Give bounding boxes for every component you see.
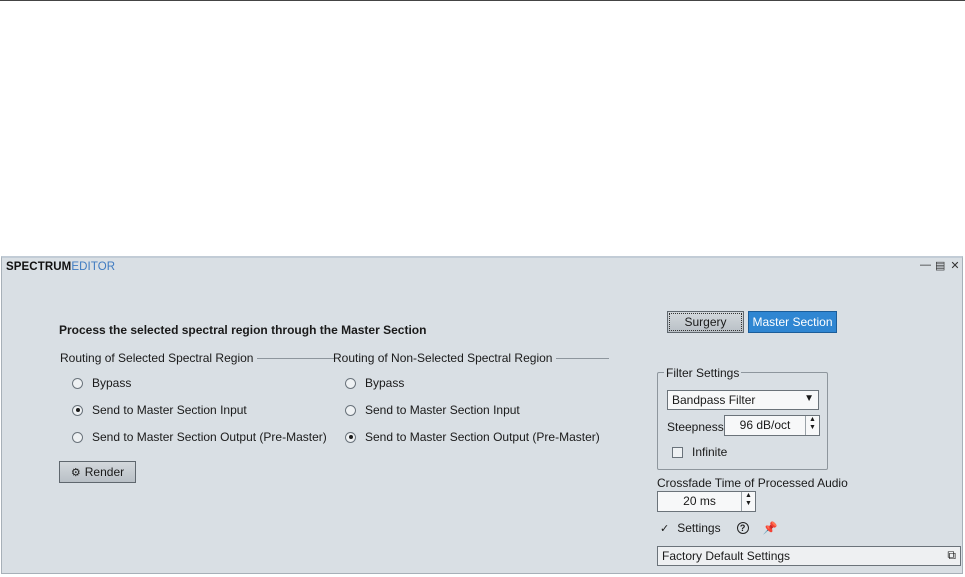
radio-label: Send to Master Section Output (Pre-Maste…: [92, 430, 327, 444]
preset-value: Factory Default Settings: [662, 549, 791, 563]
render-button[interactable]: ⚙ Render: [59, 461, 136, 483]
panel-title: SPECTRUMEDITOR: [6, 261, 115, 273]
selected-region-label: Routing of Selected Spectral Region: [60, 351, 254, 365]
nonselected-region-label: Routing of Non-Selected Spectral Region: [333, 351, 553, 365]
settings-row: ✓ Settings ? 📌: [660, 521, 778, 535]
radio-label: Send to Master Section Output (Pre-Maste…: [365, 430, 600, 444]
title-light: EDITOR: [71, 261, 116, 273]
nonselected-bypass-radio[interactable]: Bypass: [345, 376, 404, 390]
gears-icon: ⚙: [70, 466, 81, 479]
radio-label: Send to Master Section Input: [92, 403, 247, 417]
spectrum-editor-panel: SPECTRUMEDITOR — ▤ ✕ Process the selecte…: [1, 256, 963, 574]
render-label: Render: [84, 465, 125, 479]
settings-menu-icon[interactable]: ✓: [660, 522, 669, 535]
nonselected-master-input-radio[interactable]: Send to Master Section Input: [345, 403, 520, 417]
top-divider: [0, 0, 965, 1]
title-bold: SPECTRUM: [6, 261, 72, 273]
tab-master-section[interactable]: Master Section: [748, 311, 837, 333]
selected-master-output-radio[interactable]: Send to Master Section Output (Pre-Maste…: [72, 430, 327, 444]
nonselected-region-group-title: Routing of Non-Selected Spectral Region: [333, 351, 610, 365]
crossfade-label: Crossfade Time of Processed Audio: [657, 476, 848, 490]
crossfade-stepper[interactable]: 20 ms ▲ ▼: [657, 491, 756, 512]
radio-circle[interactable]: [345, 404, 356, 416]
preset-menu-icon[interactable]: ⧉: [947, 548, 956, 563]
dropdown-arrow-icon[interactable]: ▼: [804, 393, 814, 404]
radio-label: Send to Master Section Input: [365, 403, 520, 417]
menu-icon[interactable]: ▤: [935, 259, 945, 272]
group-divider: [257, 357, 336, 359]
filter-type-select[interactable]: Bandpass Filter ▼: [667, 390, 819, 410]
group-divider: [556, 357, 610, 359]
spin-arrows-icon[interactable]: ▲ ▼: [805, 416, 819, 435]
settings-label[interactable]: Settings: [677, 521, 720, 535]
minimize-icon[interactable]: —: [920, 259, 931, 272]
radio-label: Bypass: [92, 376, 132, 390]
radio-circle-checked[interactable]: [345, 431, 356, 443]
steepness-value: 96 dB/oct: [739, 418, 791, 432]
radio-circle[interactable]: [72, 377, 83, 389]
checkbox-box[interactable]: [672, 446, 683, 458]
selected-region-group-title: Routing of Selected Spectral Region: [60, 351, 336, 365]
radio-circle[interactable]: [345, 377, 356, 389]
nonselected-master-output-radio[interactable]: Send to Master Section Output (Pre-Maste…: [345, 430, 600, 444]
filter-settings-group: Filter Settings Bandpass Filter ▼ Steepn…: [657, 366, 828, 470]
tab-surgery[interactable]: Surgery: [667, 311, 744, 333]
infinite-label: Infinite: [692, 445, 728, 459]
close-icon[interactable]: ✕: [950, 259, 960, 272]
steepness-stepper[interactable]: 96 dB/oct ▲ ▼: [724, 415, 820, 436]
help-icon[interactable]: ?: [736, 522, 749, 534]
steepness-label: Steepness: [667, 420, 724, 434]
radio-circle[interactable]: [72, 431, 83, 443]
selected-bypass-radio[interactable]: Bypass: [72, 376, 131, 390]
section-heading: Process the selected spectral region thr…: [59, 323, 427, 337]
crossfade-value: 20 ms: [683, 494, 716, 508]
tab-master-section-label: Master Section: [752, 315, 833, 329]
infinite-checkbox[interactable]: Infinite: [672, 445, 727, 459]
radio-circle-checked[interactable]: [72, 404, 83, 416]
spin-arrows-icon[interactable]: ▲ ▼: [741, 492, 755, 511]
filter-type-value: Bandpass Filter: [672, 393, 756, 407]
filter-settings-legend: Filter Settings: [664, 366, 742, 380]
preset-field[interactable]: Factory Default Settings ⧉: [657, 546, 961, 566]
tab-surgery-label: Surgery: [684, 315, 727, 329]
pin-icon[interactable]: 📌: [763, 521, 778, 535]
window-controls: — ▤ ✕: [920, 259, 960, 272]
radio-label: Bypass: [365, 376, 405, 390]
selected-master-input-radio[interactable]: Send to Master Section Input: [72, 403, 247, 417]
